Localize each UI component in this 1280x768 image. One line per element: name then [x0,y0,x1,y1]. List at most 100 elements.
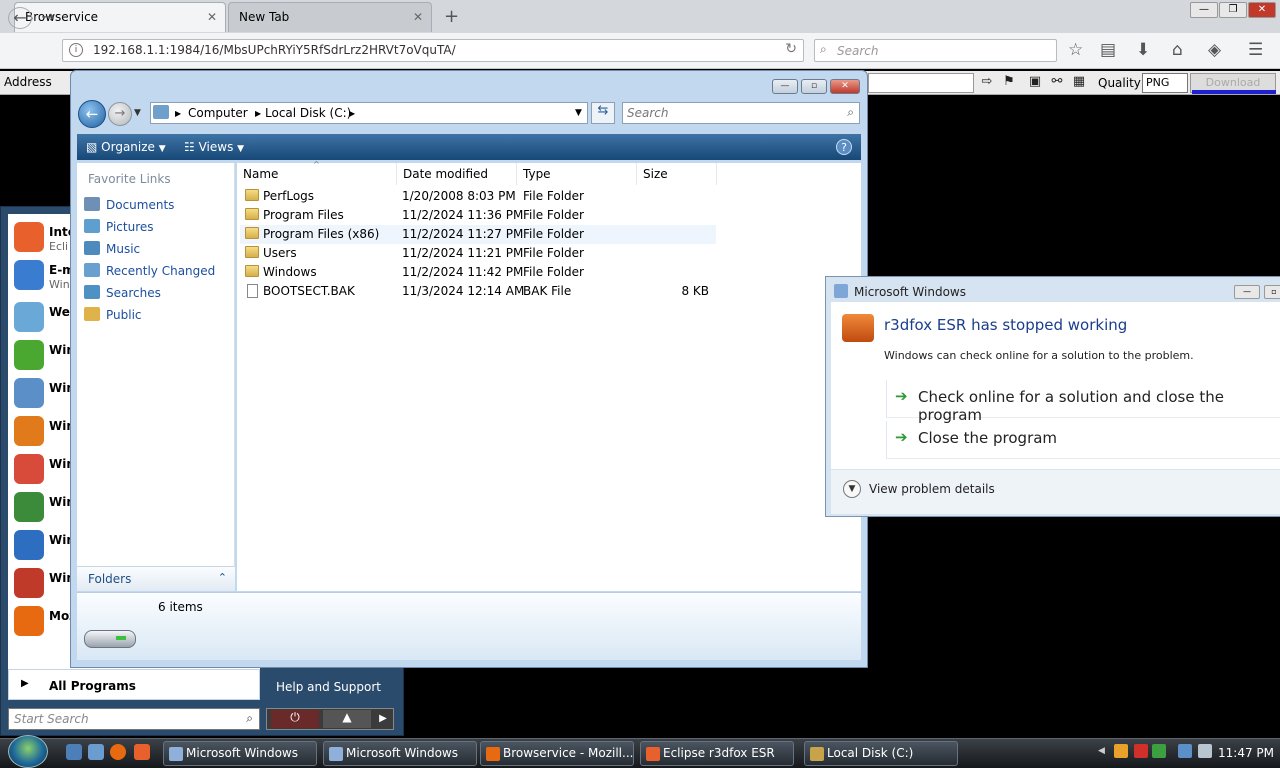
volume-icon[interactable] [1198,744,1212,758]
minimize-dialog-button[interactable]: — [1234,285,1260,299]
chevron-down-icon[interactable]: ▼ [843,480,861,498]
close-browser-button[interactable]: ✕ [1248,2,1276,18]
favorite-folder-icon [84,263,100,277]
maximize-window-button[interactable]: ▫ [801,79,827,94]
file-row[interactable]: Program Files 11/2/2024 11:36 PM File Fold… [240,206,716,225]
file-row[interactable]: Windows 11/2/2024 11:42 PM File Folder [240,263,716,282]
favorite-link[interactable]: Recently Changed [84,263,215,278]
chevron-right-icon[interactable]: ▶ [375,710,391,728]
forward-arrow-icon[interactable]: → [36,7,60,29]
url-bar[interactable]: i 192.168.1.1:1984/16/MbsUPchRYiY5RfSdrL… [62,39,804,62]
go-arrow-icon[interactable]: ⇨ [978,74,996,92]
switch-windows-icon[interactable] [88,744,104,760]
organize-menu[interactable]: ▧ Organize ▼ [86,140,166,154]
favorite-link[interactable]: Searches [84,285,161,300]
taskbar-button[interactable]: Eclipse r3dfox ESR [640,741,794,766]
downloads-icon[interactable]: ⬇ [1136,40,1150,60]
back-arrow-icon[interactable]: ← [8,7,32,29]
shield-icon[interactable] [1114,744,1128,758]
show-desktop-icon[interactable] [66,744,82,760]
history-dropdown-icon[interactable]: ▼ [575,108,582,118]
network-icon[interactable] [1178,744,1192,758]
quality-select[interactable]: PNG [1142,73,1188,93]
close-window-button[interactable]: ✕ [830,79,860,94]
minimize-browser-button[interactable]: — [1190,2,1218,18]
clipboard-icon[interactable]: ▦ [1070,74,1088,92]
maximize-dialog-button[interactable]: ▫ [1264,285,1280,299]
file-date: 11/2/2024 11:27 PM [402,227,524,241]
column-header-date[interactable]: Date modified [397,163,517,185]
address-field[interactable] [868,73,974,93]
program-icon [14,606,44,636]
file-icon [247,284,258,298]
taskbar-button[interactable]: Microsoft Windows [323,741,477,766]
forward-arrow-icon[interactable]: → [108,102,132,126]
taskbar-button[interactable]: Local Disk (C:) [804,741,958,766]
view-problem-details[interactable]: View problem details [869,482,995,496]
firefox-icon[interactable] [110,744,126,760]
close-tab-icon[interactable]: ✕ [413,10,423,24]
bookmark-star-icon[interactable]: ☆ [1068,40,1083,60]
security-alert-icon[interactable] [1134,744,1148,758]
file-date: 11/2/2024 11:42 PM [402,265,524,279]
column-header-type[interactable]: Type [517,163,637,185]
favorite-label: Documents [106,198,175,212]
lock-icon[interactable]: ▲ [323,710,371,728]
task-label: Microsoft Windows [346,746,458,760]
pocket-icon[interactable]: ◈ [1208,40,1221,60]
check-online-option[interactable]: ➔ Check online for a solution and close … [886,380,1280,424]
close-tab-icon[interactable]: ✕ [207,10,217,24]
file-row[interactable]: Users 11/2/2024 11:21 PM File Folder [240,244,716,263]
back-arrow-icon[interactable]: ← [78,100,106,128]
favorite-link[interactable]: Pictures [84,219,154,234]
tab-new-tab[interactable]: New Tab ✕ [228,2,432,32]
favorite-link[interactable]: Public [84,307,142,322]
task-label: Browservice - Mozill... [503,746,634,760]
fox-app-icon[interactable] [134,744,150,760]
file-date: 11/2/2024 11:36 PM [402,208,524,222]
favorite-link[interactable]: Documents [84,197,174,212]
breadcrumb-local-disk[interactable]: Local Disk (C:) [265,106,351,120]
home-icon[interactable]: ⌂ [1172,40,1183,60]
program-icon [14,568,44,598]
maximize-browser-button[interactable]: ❐ [1219,2,1247,18]
breadcrumb-computer[interactable]: Computer [188,106,248,120]
minimize-window-button[interactable]: — [772,79,798,94]
favorite-link[interactable]: Music [84,241,140,256]
menu-icon[interactable]: ☰ [1248,40,1263,60]
reading-list-icon[interactable]: ▤ [1100,40,1116,60]
start-orb-icon[interactable] [8,735,48,768]
folders-toggle[interactable]: Folders ⌃ [77,566,235,591]
start-search-input[interactable]: Start Search ⌕ [8,708,260,730]
bookmark-icon[interactable]: ⚑ [1000,74,1018,92]
close-program-option[interactable]: ➔ Close the program [886,421,1280,459]
file-row[interactable]: Program Files (x86) 11/2/2024 11:27 PM Fil… [240,225,716,244]
folder-icon [245,189,259,201]
power-icon[interactable]: ⏻ [271,710,319,728]
views-menu[interactable]: ☷ Views ▼ [184,140,244,154]
new-tab-button[interactable]: + [444,6,459,27]
task-label: Microsoft Windows [186,746,298,760]
update-icon[interactable] [1152,744,1166,758]
clock[interactable]: 11:47 PM [1218,746,1274,760]
search-icon: ⌕ [246,711,253,725]
taskbar-button[interactable]: Microsoft Windows [163,741,317,766]
tray-expand-icon[interactable]: ◀ [1098,746,1105,756]
file-row[interactable]: BOOTSECT.BAK 11/3/2024 12:14 AM BAK File 8 … [240,282,716,301]
explorer-search-input[interactable]: Search ⌕ [622,102,860,124]
taskbar-button[interactable]: Browservice - Mozill... [480,741,634,766]
folders-label: Folders [88,572,132,586]
breadcrumb[interactable]: ▶ Computer ▶ Local Disk (C:) ▶ ▼ [150,102,588,124]
browser-search-input[interactable]: ⌕ Search [814,39,1057,62]
refresh-icon[interactable]: ⇆ [591,102,615,124]
file-row[interactable]: PerfLogs 1/20/2008 8:03 PM File Folder [240,187,716,206]
all-programs-button[interactable]: ▶ All Programs [8,669,260,700]
find-icon[interactable]: ⚯ [1048,74,1066,92]
reload-icon[interactable]: ↻ [785,41,797,57]
help-and-support-link[interactable]: Help and Support [276,680,381,694]
save-icon[interactable]: ▣ [1026,74,1044,92]
column-header-size[interactable]: Size [637,163,717,185]
site-info-icon[interactable]: i [69,43,83,57]
help-icon[interactable]: ? [836,139,852,155]
recent-pages-chevron-icon[interactable]: ▼ [134,108,141,118]
